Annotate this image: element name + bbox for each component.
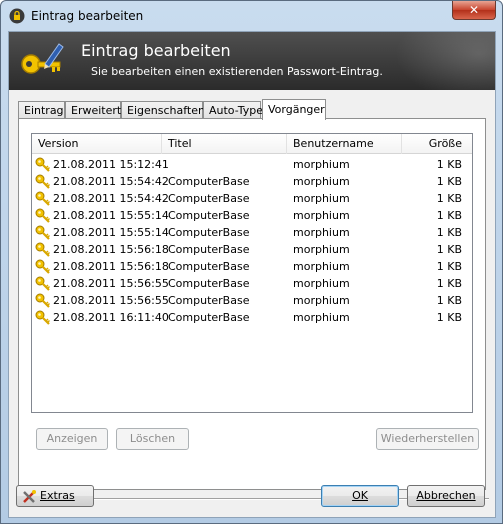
row-title: ComputerBase — [168, 209, 250, 222]
row-size: 1 KB — [436, 243, 462, 256]
tab-auto-type[interactable]: Auto-Type — [203, 101, 263, 119]
tab-vorgaenger[interactable]: Vorgänger — [262, 99, 326, 120]
row-username: morphium — [293, 260, 350, 273]
row-version: 21.08.2011 15:56:18 — [53, 260, 169, 273]
row-version: 21.08.2011 15:56:55 — [53, 294, 169, 307]
history-row[interactable]: 21.08.2011 15:55:14 ComputerBase morphium 1… — [32, 207, 472, 224]
row-size: 1 KB — [436, 260, 462, 273]
row-version: 21.08.2011 15:55:14 — [53, 209, 169, 222]
key-icon — [35, 275, 51, 291]
cancel-label: Abbrechen — [416, 489, 476, 502]
row-username: morphium — [293, 277, 350, 290]
tab-eigenschaften[interactable]: Eigenschaften — [121, 101, 205, 119]
row-version: 21.08.2011 15:56:55 — [53, 277, 169, 290]
close-button[interactable]: ✕ — [452, 1, 496, 20]
row-title: ComputerBase — [168, 260, 250, 273]
key-icon — [35, 241, 51, 257]
dialog-client: Eintrag bearbeiten Sie bearbeiten einen … — [8, 31, 496, 518]
tab-erweitert[interactable]: Erweitert — [65, 101, 121, 119]
row-username: morphium — [293, 175, 350, 188]
column-title[interactable]: Titel — [162, 134, 287, 154]
history-row[interactable]: 21.08.2011 15:56:55 ComputerBase morphium 1… — [32, 275, 472, 292]
row-version: 21.08.2011 15:55:14 — [53, 226, 169, 239]
row-size: 1 KB — [436, 311, 462, 324]
key-icon — [35, 190, 51, 206]
column-version[interactable]: Version — [32, 134, 162, 154]
key-icon — [35, 258, 51, 274]
row-size: 1 KB — [436, 226, 462, 239]
tools-label: Extras — [40, 489, 75, 502]
row-version: 21.08.2011 15:56:18 — [53, 243, 169, 256]
row-title — [168, 156, 286, 173]
key-pen-icon — [21, 43, 64, 74]
row-title: ComputerBase — [168, 243, 250, 256]
row-title: ComputerBase — [168, 277, 250, 290]
ok-button[interactable]: OK — [321, 485, 399, 507]
history-row[interactable]: 21.08.2011 15:56:18 ComputerBase morphium 1… — [32, 241, 472, 258]
row-size: 1 KB — [436, 158, 462, 171]
row-username: morphium — [293, 158, 350, 171]
history-row[interactable]: 21.08.2011 15:55:14 ComputerBase morphium 1… — [32, 224, 472, 241]
row-title: ComputerBase — [168, 192, 250, 205]
restore-button[interactable]: Wiederherstellen — [376, 428, 479, 450]
tools-icon — [23, 490, 36, 503]
banner-accent — [395, 32, 495, 90]
row-username: morphium — [293, 209, 350, 222]
tools-button[interactable]: Extras — [16, 485, 94, 507]
list-header: Version Titel Benutzername Größe — [32, 134, 472, 154]
delete-button[interactable]: Löschen — [116, 428, 189, 450]
history-row[interactable]: 21.08.2011 15:54:42 ComputerBase morphium 1… — [32, 173, 472, 190]
history-list[interactable]: Version Titel Benutzername Größe 21.08.2… — [31, 133, 473, 413]
key-icon — [35, 292, 51, 308]
row-username: morphium — [293, 294, 350, 307]
row-size: 1 KB — [436, 209, 462, 222]
row-title: ComputerBase — [168, 294, 250, 307]
ok-label: OK — [352, 489, 368, 502]
edit-entry-window: Eintrag bearbeiten ✕ Eintrag bearbeiten … — [0, 0, 503, 524]
history-row[interactable]: 21.08.2011 15:12:41 morphium 1 KB — [32, 156, 472, 173]
key-icon — [35, 173, 51, 189]
row-version: 21.08.2011 16:11:40 — [53, 311, 169, 324]
banner-subtitle: Sie bearbeiten einen existierenden Passw… — [91, 65, 383, 78]
row-username: morphium — [293, 226, 350, 239]
tab-eintrag[interactable]: Eintrag — [18, 101, 65, 119]
row-title: ComputerBase — [168, 175, 250, 188]
key-icon — [35, 309, 51, 325]
banner-title: Eintrag bearbeiten — [81, 41, 231, 60]
history-row[interactable]: 21.08.2011 15:56:18 ComputerBase morphium 1… — [32, 258, 472, 275]
row-username: morphium — [293, 192, 350, 205]
history-row[interactable]: 21.08.2011 16:11:40 ComputerBase morphium 1… — [32, 309, 472, 326]
banner: Eintrag bearbeiten Sie bearbeiten einen … — [9, 32, 495, 90]
row-size: 1 KB — [436, 175, 462, 188]
row-username: morphium — [293, 311, 350, 324]
row-title: ComputerBase — [168, 311, 250, 324]
window-title: Eintrag bearbeiten — [31, 9, 144, 23]
row-title: ComputerBase — [168, 226, 250, 239]
row-username: morphium — [293, 243, 350, 256]
history-row[interactable]: 21.08.2011 15:56:55 ComputerBase morphium 1… — [32, 292, 472, 309]
row-size: 1 KB — [436, 294, 462, 307]
key-icon — [35, 156, 51, 172]
cancel-button[interactable]: Abbrechen — [407, 485, 485, 507]
row-version: 21.08.2011 15:54:42 — [53, 192, 169, 205]
key-icon — [35, 207, 51, 223]
column-username[interactable]: Benutzername — [287, 134, 402, 154]
row-version: 21.08.2011 15:12:41 — [53, 158, 169, 171]
column-size[interactable]: Größe — [402, 134, 468, 154]
view-button[interactable]: Anzeigen — [36, 428, 108, 450]
row-size: 1 KB — [436, 277, 462, 290]
history-row[interactable]: 21.08.2011 15:54:42 ComputerBase morphium 1… — [32, 190, 472, 207]
key-icon — [35, 224, 51, 240]
row-version: 21.08.2011 15:54:42 — [53, 175, 169, 188]
row-size: 1 KB — [436, 192, 462, 205]
title-bar[interactable]: Eintrag bearbeiten ✕ — [1, 1, 502, 31]
lock-icon — [9, 8, 25, 24]
history-panel: Version Titel Benutzername Größe 21.08.2… — [18, 118, 486, 490]
